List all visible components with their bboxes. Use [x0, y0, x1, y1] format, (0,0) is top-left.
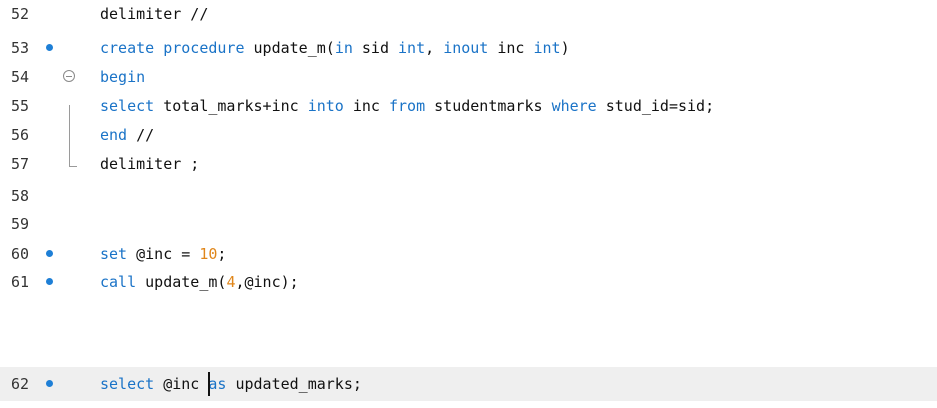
code-line-current[interactable]: 62 select @inc as updated_marks;	[0, 367, 937, 401]
sql-text: update_m(	[136, 273, 227, 291]
line-number: 57	[11, 155, 30, 173]
sql-keyword: select	[100, 97, 155, 115]
sql-text: studentmarks	[425, 97, 552, 115]
line-number: 59	[11, 215, 30, 233]
sql-keyword: in	[334, 39, 353, 57]
line-number: 54	[11, 68, 30, 86]
sql-number: 10	[199, 245, 218, 263]
sql-text: inc	[488, 39, 534, 57]
breakpoint-dot-icon[interactable]	[46, 250, 53, 257]
code-line[interactable]: 54 begin	[0, 63, 937, 91]
sql-keyword: set	[100, 245, 128, 263]
sql-keyword: as	[208, 375, 227, 393]
sql-text: updated_marks;	[226, 375, 362, 393]
fold-rail	[69, 105, 70, 167]
line-number: 52	[11, 5, 30, 23]
sql-keyword: where	[551, 97, 597, 115]
sql-text: delimiter ;	[100, 155, 200, 173]
code-line[interactable]: 61 call update_m(4,@inc);	[0, 268, 937, 296]
sql-keyword: end	[100, 126, 128, 144]
sql-keyword: int	[533, 39, 561, 57]
sql-text: update_m(	[244, 39, 335, 57]
code-text[interactable]: delimiter //	[100, 0, 208, 28]
breakpoint-dot-icon[interactable]	[46, 278, 53, 285]
line-number: 55	[11, 97, 30, 115]
sql-text: stud_id=sid;	[596, 97, 715, 115]
sql-keyword: call	[100, 273, 137, 291]
code-text[interactable]: select total_marks+inc into inc from stu…	[100, 92, 714, 120]
line-number: 58	[11, 187, 30, 205]
sql-text: sid	[352, 39, 399, 57]
sql-text: delimiter //	[100, 5, 209, 23]
sql-keyword: int	[398, 39, 426, 57]
code-editor[interactable]: 52 delimiter // 53 create procedure update_…	[0, 0, 937, 408]
sql-text: ,@inc);	[235, 273, 299, 291]
code-line[interactable]: 59	[0, 210, 937, 238]
sql-keyword: into	[307, 97, 344, 115]
sql-keyword: inout	[443, 39, 489, 57]
sql-keyword: begin	[100, 68, 146, 86]
line-number: 60	[11, 245, 30, 263]
code-text[interactable]: delimiter ;	[100, 150, 199, 178]
line-number: 56	[11, 126, 30, 144]
sql-text: ;	[217, 245, 227, 263]
code-line[interactable]: 56 end //	[0, 121, 937, 149]
code-line[interactable]: 52 delimiter //	[0, 0, 937, 28]
sql-text: //	[127, 126, 155, 144]
breakpoint-dot-icon[interactable]	[46, 380, 53, 387]
breakpoint-dot-icon[interactable]	[46, 44, 53, 51]
sql-keyword: from	[389, 97, 426, 115]
code-text[interactable]: create procedure update_m(in sid int, in…	[100, 34, 570, 62]
sql-text: total_marks+inc	[154, 97, 308, 115]
code-line[interactable]: 58	[0, 182, 937, 210]
sql-keyword: select	[100, 375, 155, 393]
code-line[interactable]: 60 set @inc = 10;	[0, 240, 937, 268]
line-number: 62	[11, 375, 30, 393]
code-text[interactable]: end //	[100, 121, 154, 149]
sql-text: ,	[425, 39, 444, 57]
code-text[interactable]: set @inc = 10;	[100, 240, 226, 268]
code-line[interactable]: 57 delimiter ;	[0, 150, 937, 178]
code-text[interactable]: select @inc as updated_marks;	[100, 367, 362, 395]
line-number: 61	[11, 273, 30, 291]
code-text[interactable]: begin	[100, 63, 145, 91]
sql-keyword: create procedure	[100, 39, 245, 57]
fold-rail-end	[69, 166, 77, 167]
line-number: 53	[11, 39, 30, 57]
sql-text: @inc	[154, 375, 209, 393]
sql-text: @inc =	[127, 245, 200, 263]
fold-collapse-icon[interactable]	[63, 70, 75, 82]
sql-text: )	[560, 39, 570, 57]
code-line[interactable]: 55 select total_marks+inc into inc from s…	[0, 92, 937, 120]
code-text[interactable]: call update_m(4,@inc);	[100, 268, 299, 296]
sql-text: inc	[343, 97, 389, 115]
code-line[interactable]: 53 create procedure update_m(in sid int, …	[0, 34, 937, 62]
text-cursor	[208, 372, 211, 396]
